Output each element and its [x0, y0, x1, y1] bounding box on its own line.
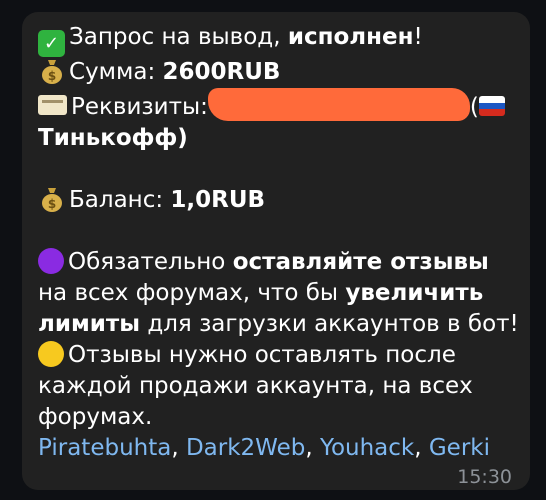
- money-bag-icon: $: [38, 185, 65, 212]
- reviews-line-5: каждой продажи аккаунта, на всех: [38, 373, 473, 399]
- message-text: ✓ Запрос на вывод, исполнен! $ Сумма: 260…: [38, 22, 528, 464]
- link-gerki[interactable]: Gerki: [429, 435, 490, 461]
- purple-circle-icon: [38, 248, 64, 274]
- reviews-line-2: на всех форумах, что бы увеличить: [38, 280, 484, 306]
- russia-flag-icon: [478, 96, 505, 116]
- link-youhack[interactable]: Youhack: [320, 435, 414, 461]
- svg-text:$: $: [47, 69, 55, 83]
- reviews-line-1: Обязательно оставляйте отзывы: [38, 247, 528, 278]
- check-mark-button-icon: ✓: [38, 30, 65, 57]
- yellow-circle-icon: [38, 341, 64, 367]
- status-line: ✓ Запрос на вывод, исполнен!: [38, 22, 528, 57]
- forum-links: Piratebuhta, Dark2Web, Youhack, Gerki: [38, 435, 490, 461]
- message-timestamp: 15:30: [457, 466, 512, 488]
- reviews-line-3: лимиты для загрузки аккаунтов в бот!: [38, 311, 519, 337]
- reviews-line-4: Отзывы нужно оставлять после: [38, 340, 528, 371]
- requisites-line: Реквизиты:(: [38, 88, 528, 123]
- credit-card-icon: [38, 95, 67, 115]
- bank-line: Тинькофф): [38, 125, 188, 151]
- reviews-line-6: форумах.: [38, 404, 153, 430]
- amount-line: $ Сумма: 2600RUB: [38, 57, 528, 88]
- link-dark2web[interactable]: Dark2Web: [186, 435, 305, 461]
- redaction-mark: [207, 88, 470, 121]
- svg-text:$: $: [47, 197, 55, 211]
- balance-line: $ Баланс: 1,0RUB: [38, 185, 528, 216]
- link-piratebuhta[interactable]: Piratebuhta: [38, 435, 171, 461]
- money-bag-icon: $: [38, 57, 65, 84]
